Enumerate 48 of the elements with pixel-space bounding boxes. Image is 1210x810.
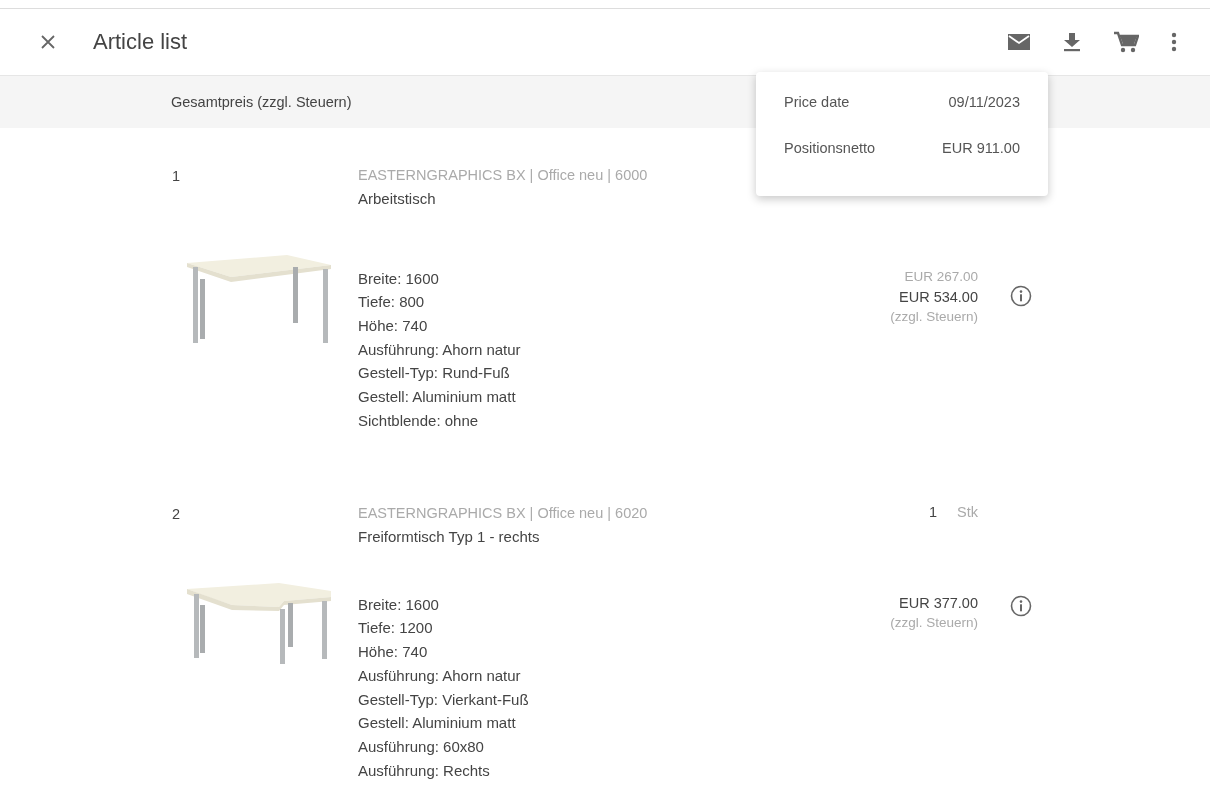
property-text: Ausführung: Ahorn natur	[358, 665, 522, 686]
quantity-unit: Stk	[957, 504, 978, 522]
info-icon	[1010, 594, 1032, 617]
property-text: Breite: 1600	[358, 268, 440, 289]
property-text: Breite: 1600	[358, 594, 440, 615]
total-price: EUR 377.00	[898, 593, 978, 613]
more-button[interactable]	[1171, 32, 1177, 52]
quantity: 1	[928, 504, 938, 522]
property-text: Gestell-Typ: Rund-Fuß	[358, 363, 511, 384]
download-button[interactable]	[1063, 32, 1081, 52]
property-text: Gestell: Aluminium matt	[358, 387, 517, 408]
property-text: Sichtblende: ohne	[358, 410, 480, 431]
mail-icon	[1007, 32, 1031, 52]
summary-label: Gesamtpreis (zzgl. Steuern)	[171, 94, 352, 110]
info-button[interactable]	[1010, 594, 1032, 617]
position-number: 2	[172, 506, 182, 524]
property-text: Höhe: 740	[358, 315, 429, 336]
tax-note: (zzgl. Steuern)	[889, 307, 978, 326]
property-text: Ausführung: 60x80	[358, 736, 485, 757]
property-text: Tiefe: 800	[358, 292, 426, 313]
popup-label: Price date	[784, 94, 850, 112]
property-text: Ausführung: Rechts	[358, 760, 491, 781]
article-name: Freiformtisch Typ 1 - rechts	[358, 527, 541, 547]
property-text: Tiefe: 1200	[358, 618, 434, 639]
cart-icon	[1113, 31, 1139, 53]
popup-label: Positionsnetto	[784, 140, 876, 158]
popup-value: 09/11/2023	[948, 94, 1020, 112]
property-text: Gestell-Typ: Vierkant-Fuß	[358, 689, 530, 710]
unit-price: EUR 267.00	[903, 267, 978, 286]
info-icon	[1010, 284, 1032, 307]
position-number: 1	[172, 168, 182, 186]
info-button[interactable]	[1010, 284, 1032, 307]
close-button[interactable]	[40, 34, 56, 50]
property-text: Ausführung: Ahorn natur	[358, 339, 522, 360]
tax-note: (zzgl. Steuern)	[889, 613, 978, 632]
article-source: EASTERNGRAPHICS BX | Office neu | 6020	[358, 504, 649, 523]
property-text: Höhe: 740	[358, 642, 429, 663]
article-source: EASTERNGRAPHICS BX | Office neu | 6000	[358, 166, 649, 185]
popup-value: EUR 911.00	[942, 140, 1020, 158]
cart-button[interactable]	[1113, 31, 1139, 53]
window-title: Article list	[93, 29, 188, 55]
more-icon	[1171, 32, 1177, 52]
close-icon	[40, 34, 56, 50]
total-price: EUR 534.00	[898, 287, 978, 307]
article-name: Arbeitstisch	[358, 189, 437, 209]
mail-button[interactable]	[1007, 32, 1031, 52]
property-text: Gestell: Aluminium matt	[358, 713, 517, 734]
download-icon	[1063, 32, 1081, 52]
